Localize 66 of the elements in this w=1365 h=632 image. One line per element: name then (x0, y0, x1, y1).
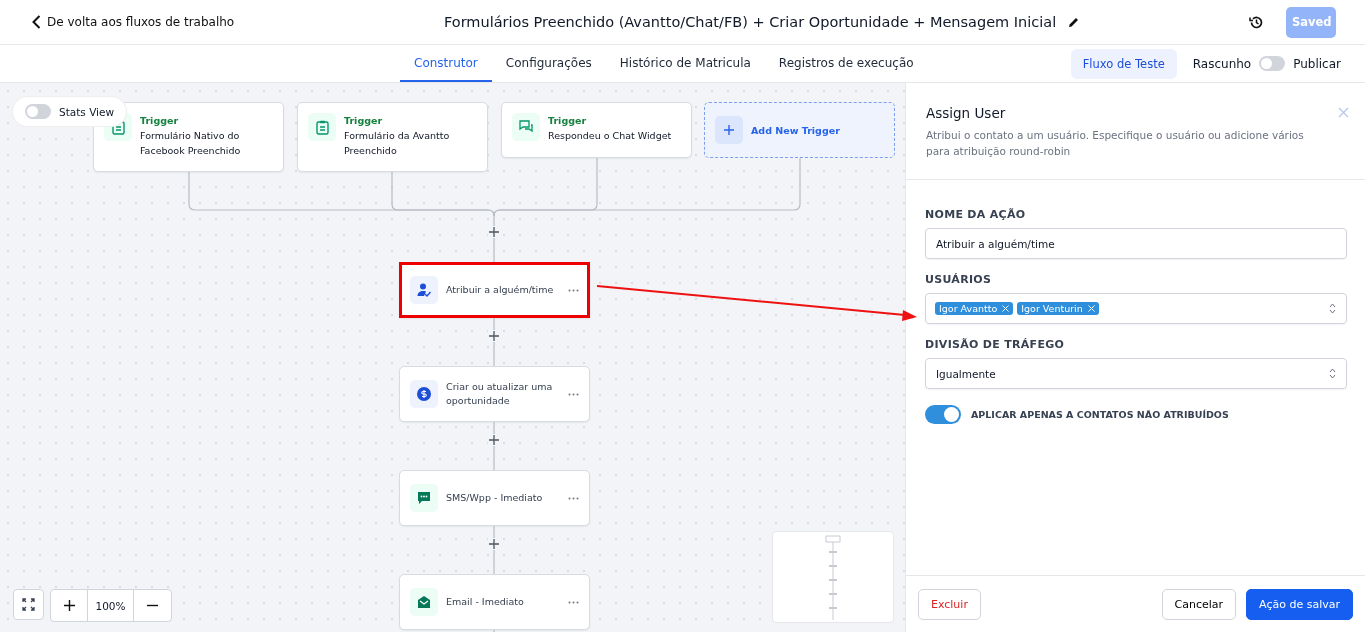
test-flow-button[interactable]: Fluxo de Teste (1070, 48, 1177, 79)
trigger-name: Respondeu o Chat Widget (548, 129, 672, 143)
more-icon[interactable] (568, 496, 579, 500)
action-card[interactable]: Atribuir a alguém/time (399, 262, 590, 318)
switch[interactable] (25, 104, 51, 119)
publish-label: Publicar (1293, 56, 1341, 71)
pencil-icon[interactable] (1068, 16, 1080, 28)
chevron-updown-icon (1329, 303, 1336, 314)
stats-view-toggle[interactable]: Stats View (13, 97, 127, 126)
workflow-title: Formulários Preenchido (Avantto/Chat/FB) + Criar Oportunidade + Mensagem Inicial (443, 14, 1057, 30)
chevron-left-icon (32, 15, 41, 29)
clipboard-icon (111, 119, 125, 135)
action-card[interactable]: SMS/Wpp - Imediato (399, 470, 590, 526)
draft-label: Rascunho (1192, 56, 1252, 71)
remove-icon[interactable] (1002, 305, 1010, 312)
envelope-icon (417, 595, 431, 609)
trigger-name: Formulário Nativo do Facebook Preenchido (140, 129, 242, 158)
save-button[interactable]: Ação de salvar (1246, 588, 1353, 620)
more-icon[interactable] (568, 392, 579, 396)
connector-line (493, 629, 495, 632)
trigger-heading: Trigger (140, 114, 180, 128)
user-check-icon (417, 283, 431, 297)
tab[interactable]: Registros de execução (764, 45, 928, 82)
history-icon[interactable] (1249, 14, 1264, 30)
field-label: NOME DA AÇÃO (925, 208, 1027, 221)
tab[interactable]: Configurações (491, 45, 606, 82)
trigger-heading: Trigger (548, 114, 588, 128)
trigger-name: Formulário da Avantto Preenchido (344, 129, 451, 158)
delete-button[interactable]: Excluir (918, 588, 981, 620)
action-card[interactable]: Email - Imediato (399, 574, 590, 630)
add-trigger-button[interactable]: Add New Trigger (704, 102, 895, 158)
trigger-card[interactable]: Trigger Formulário da Avantto Preenchido (297, 102, 488, 172)
cancel-button[interactable]: Cancelar (1161, 588, 1237, 620)
unassigned-only-toggle[interactable] (925, 405, 961, 424)
remove-icon[interactable] (1087, 305, 1095, 312)
publish-toggle[interactable] (1259, 56, 1286, 71)
back-link[interactable]: De volta aos fluxos de trabalho (32, 15, 235, 29)
panel-description: Atribui o contato a um usuário. Especifique o usuário ou adicione vários para atribuição round-robin (926, 128, 1305, 159)
zoom-level: 100% (88, 590, 134, 621)
clipboard-icon (315, 119, 329, 135)
trigger-heading: Trigger (344, 114, 384, 128)
chevron-updown-icon (1329, 368, 1336, 379)
chat-icon (518, 120, 534, 134)
fit-screen-button[interactable] (13, 589, 44, 620)
tab[interactable]: Histórico de Matricula (605, 45, 765, 82)
field-label: DIVISÃO DE TRÁFEGO (925, 338, 1066, 351)
trigger-card[interactable]: Trigger Respondeu o Chat Widget (501, 102, 692, 158)
traffic-split-select[interactable]: Igualmente (925, 358, 1347, 389)
action-label: Atribuir a alguém/time (446, 283, 555, 297)
expand-icon (22, 598, 35, 611)
action-label: Criar ou atualizar uma oportunidade (446, 380, 554, 408)
user-tag: Igor Venturin (1017, 302, 1099, 315)
plus-icon (63, 600, 75, 611)
more-icon[interactable] (568, 288, 579, 292)
dollar-icon (417, 387, 431, 401)
user-tag: Igor Avantto (935, 302, 1014, 315)
action-label: SMS/Wpp - Imediato (446, 491, 544, 505)
field-label: USUÁRIOS (925, 273, 993, 286)
toggle-label: APLICAR APENAS A CONTATOS NÃO ATRIBUÍDOS (971, 409, 1229, 420)
panel-title: Assign User (926, 105, 1006, 121)
chat-bubble-icon (417, 491, 431, 505)
plus-icon (715, 116, 743, 144)
more-icon[interactable] (568, 600, 579, 604)
action-name-field[interactable]: Atribuir a alguém/time (925, 228, 1347, 259)
action-label: Email - Imediato (446, 595, 525, 609)
action-card[interactable]: Criar ou atualizar uma oportunidade (399, 366, 590, 422)
